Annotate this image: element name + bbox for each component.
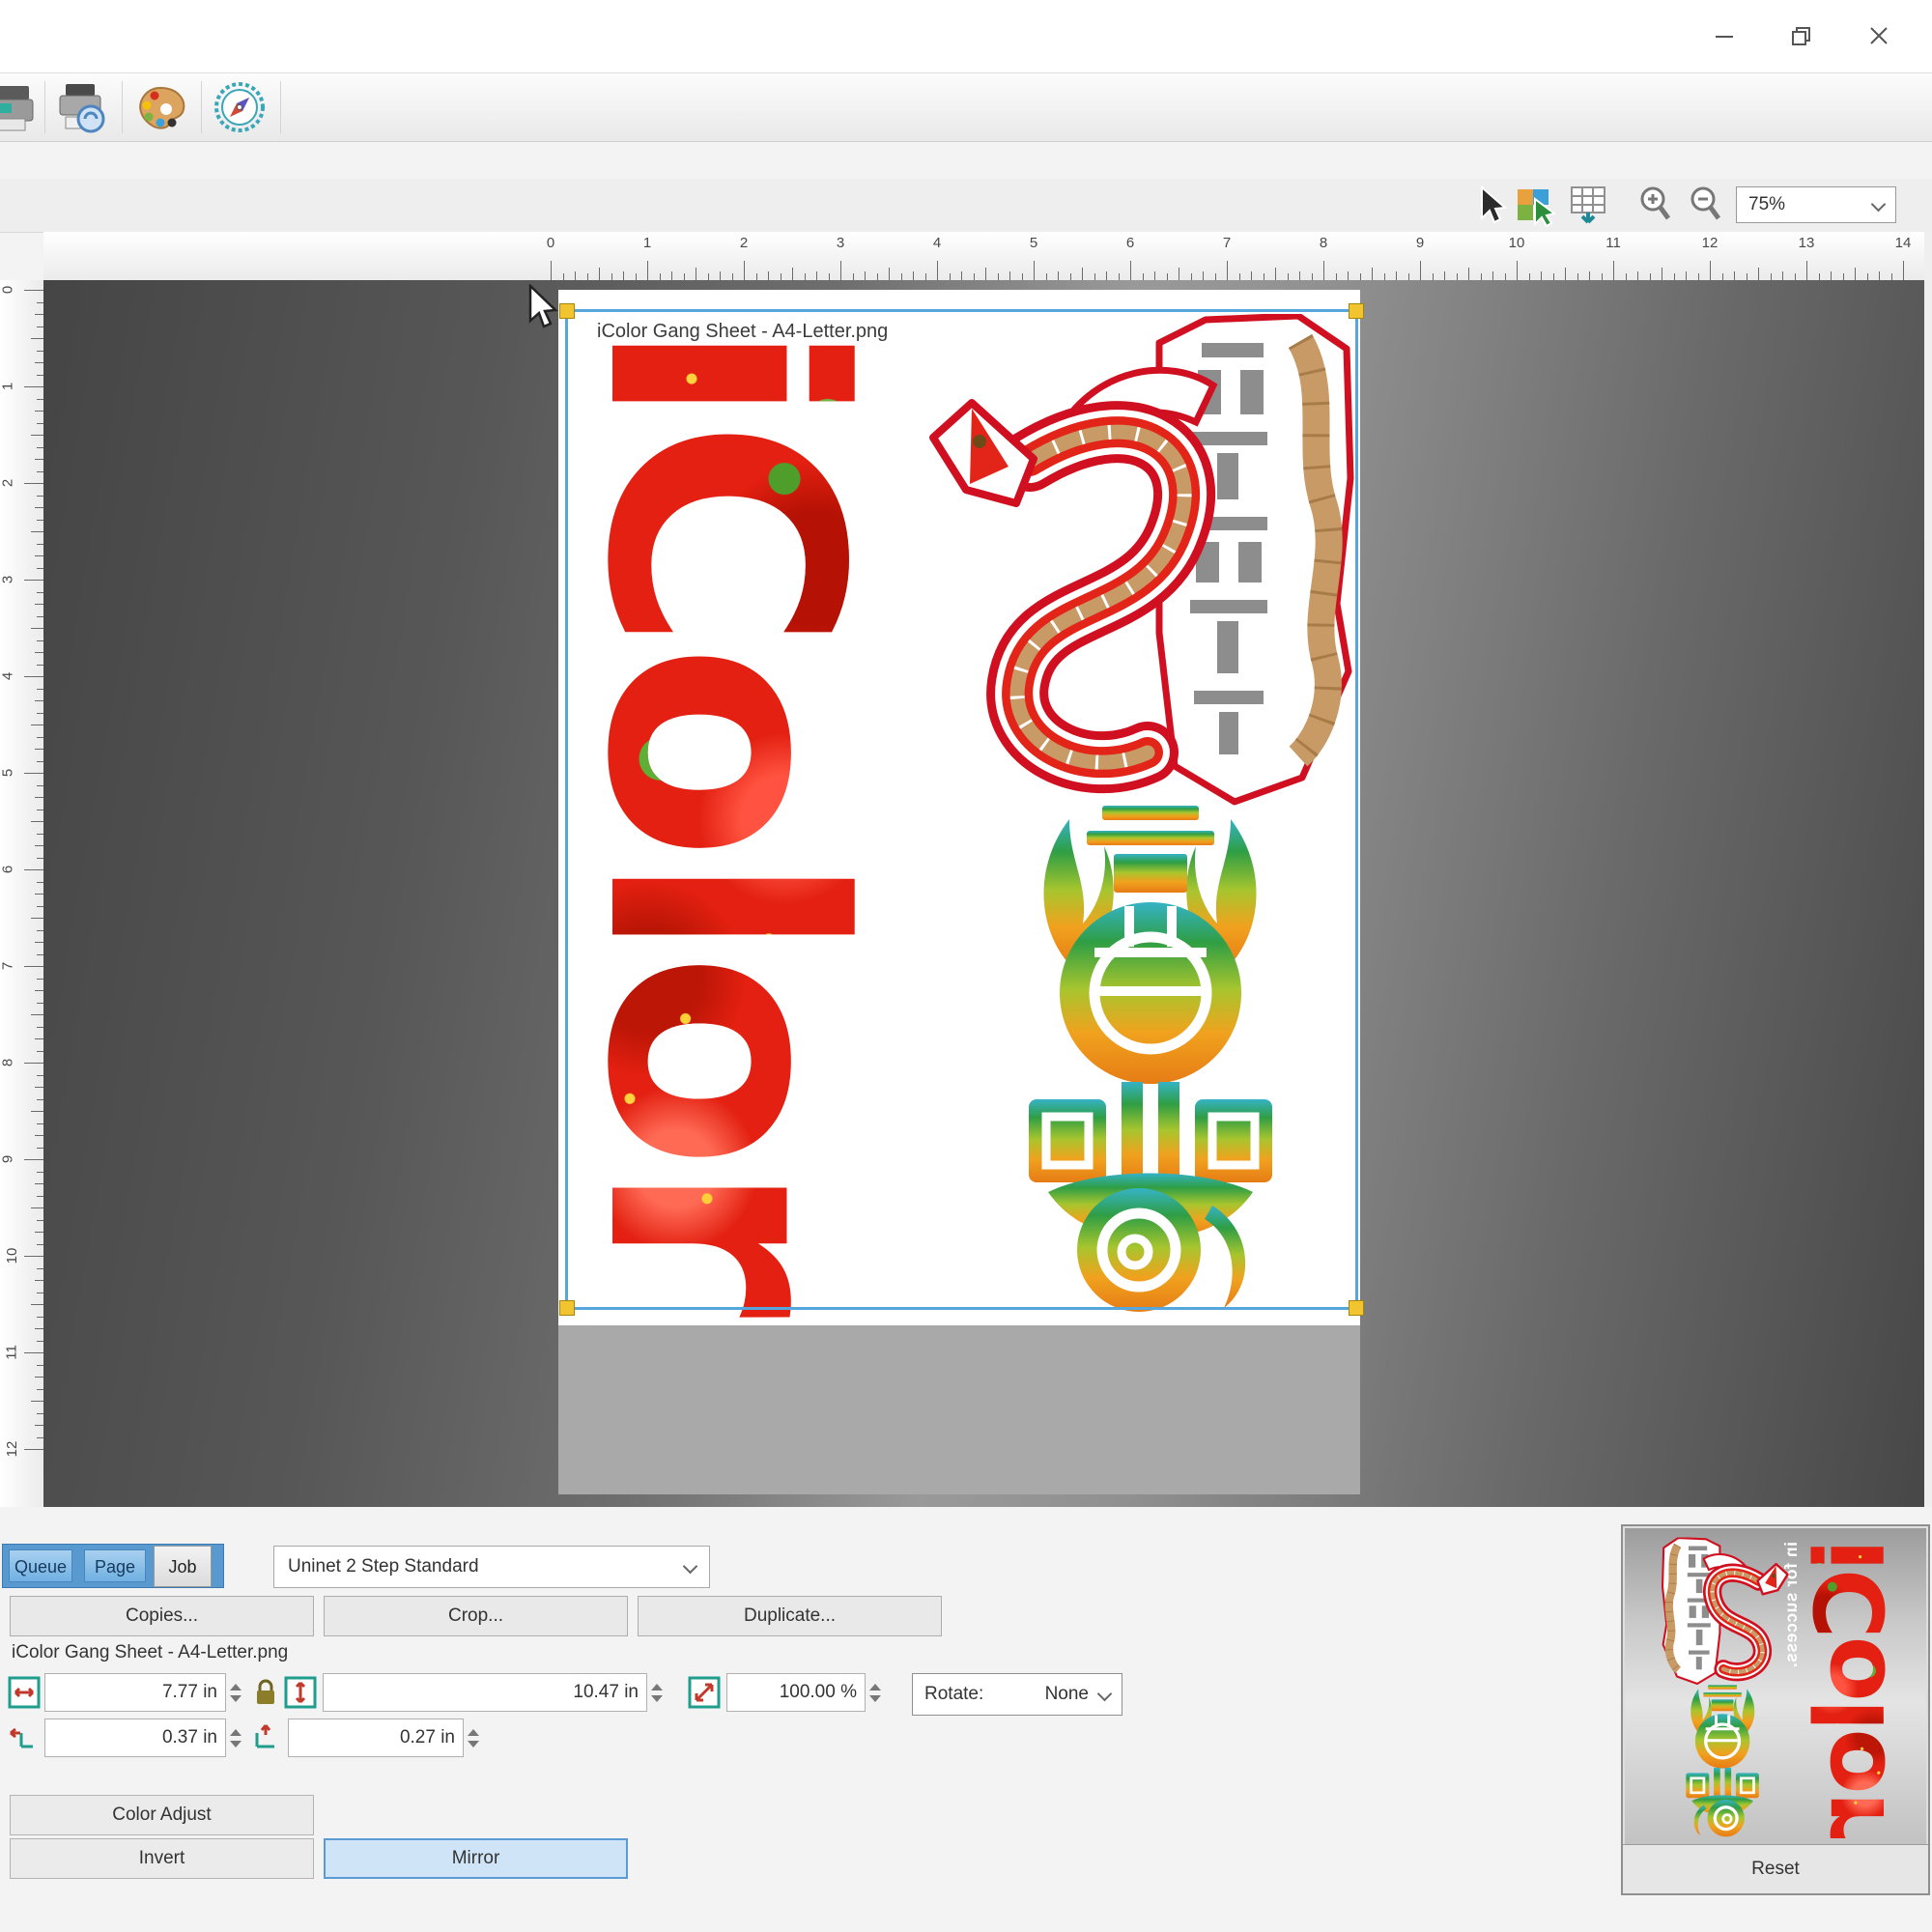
duplicate-button[interactable]: Duplicate... <box>638 1596 942 1636</box>
tab-bar: Queue Page Job <box>2 1544 224 1588</box>
zoom-out-tool-icon[interactable] <box>1686 184 1724 228</box>
job-filename: iColor Gang Sheet - A4-Letter.png <box>12 1642 288 1663</box>
zoom-level-value: 75% <box>1748 194 1785 215</box>
gang-sheet-artwork[interactable]: iColor in for success. <box>1654 1530 1900 1843</box>
rotate-label: Rotate: <box>913 1684 983 1705</box>
chevron-down-icon <box>683 1559 698 1575</box>
offset-y-icon <box>249 1721 282 1754</box>
toolbar-separator <box>44 81 45 133</box>
offset-y-field[interactable] <box>288 1719 464 1757</box>
chevron-down-icon <box>1871 197 1887 213</box>
rotate-dropdown[interactable]: Rotate: None <box>912 1673 1122 1716</box>
mouse-cursor <box>526 284 559 328</box>
zoom-in-tool-icon[interactable] <box>1635 184 1674 228</box>
compass-icon[interactable] <box>213 80 267 134</box>
canvas-workspace[interactable]: iColor Gang Sheet - A4-Letter.png iColor… <box>43 280 1924 1507</box>
job-panel: Queue Page Job Uninet 2 Step Standard Co… <box>0 1507 1932 1932</box>
selection-handle[interactable] <box>559 1300 575 1316</box>
reset-button[interactable]: Reset <box>1623 1844 1928 1893</box>
mirror-button[interactable]: Mirror <box>324 1838 628 1879</box>
copies-button[interactable]: Copies... <box>10 1596 314 1636</box>
pointer-tool-icon[interactable] <box>1468 184 1513 228</box>
preset-value: Uninet 2 Step Standard <box>288 1556 479 1577</box>
rotate-value: None <box>1045 1684 1089 1705</box>
zoom-level-select[interactable]: 75% <box>1736 186 1896 223</box>
height-field[interactable] <box>323 1673 647 1712</box>
tab-job[interactable]: Job <box>154 1546 212 1587</box>
vertical-ruler: 0123456789101112 <box>0 280 44 1507</box>
width-icon <box>8 1676 41 1709</box>
scrollbar[interactable] <box>1924 232 1932 1507</box>
print-bed <box>558 1325 1360 1494</box>
selection-handle[interactable] <box>1349 1300 1364 1316</box>
title-bar <box>0 0 1932 72</box>
main-toolbar <box>0 72 1932 142</box>
grid-tool-icon[interactable] <box>1567 184 1611 228</box>
toolbar-separator <box>201 81 202 133</box>
icolor-strawberry-text: iColor <box>1804 1539 1897 1839</box>
height-icon <box>284 1676 317 1709</box>
turtle-design <box>1680 1681 1766 1837</box>
width-field[interactable] <box>44 1673 226 1712</box>
preset-dropdown[interactable]: Uninet 2 Step Standard <box>273 1546 710 1588</box>
color-palette-icon[interactable] <box>133 80 187 134</box>
close-button[interactable] <box>1857 14 1901 58</box>
color-pick-tool-icon[interactable] <box>1514 184 1558 228</box>
color-adjust-button[interactable]: Color Adjust <box>10 1795 314 1835</box>
height-stepper[interactable] <box>649 1673 665 1712</box>
offset-x-icon <box>8 1721 41 1754</box>
restore-button[interactable] <box>1779 14 1824 58</box>
offset-x-field[interactable] <box>44 1719 226 1757</box>
print-setup-icon[interactable] <box>54 80 108 134</box>
tab-page[interactable]: Page <box>84 1549 146 1582</box>
print-icon[interactable] <box>0 80 39 134</box>
selection-handle[interactable] <box>559 303 575 319</box>
chevron-down-icon <box>1097 1687 1113 1702</box>
tab-queue[interactable]: Queue <box>9 1549 72 1582</box>
scale-stepper[interactable] <box>867 1673 883 1712</box>
selection-box[interactable] <box>565 309 1358 1310</box>
toolbar-separator <box>280 81 281 133</box>
offset-x-stepper[interactable] <box>228 1719 243 1757</box>
horizontal-ruler: 01234567891011121314 <box>43 232 1924 281</box>
scale-field[interactable] <box>726 1673 866 1712</box>
width-stepper[interactable] <box>228 1673 243 1712</box>
snake-design <box>1662 1538 1794 1688</box>
invert-button[interactable]: Invert <box>10 1838 314 1879</box>
lock-icon[interactable] <box>249 1676 282 1709</box>
preview-thumbnail[interactable]: iColor in for success. <box>1625 1528 1926 1845</box>
offset-y-stepper[interactable] <box>466 1719 481 1757</box>
minimize-button[interactable] <box>1702 14 1747 58</box>
view-toolbar: 75% <box>0 179 1932 233</box>
toolbar-separator <box>122 81 123 133</box>
selection-handle[interactable] <box>1349 303 1364 319</box>
preview-panel: iColor in for success. Reset <box>1621 1524 1930 1895</box>
scale-icon <box>688 1676 721 1709</box>
page-filename-label: iColor Gang Sheet - A4-Letter.png <box>597 321 888 343</box>
crop-button[interactable]: Crop... <box>324 1596 628 1636</box>
